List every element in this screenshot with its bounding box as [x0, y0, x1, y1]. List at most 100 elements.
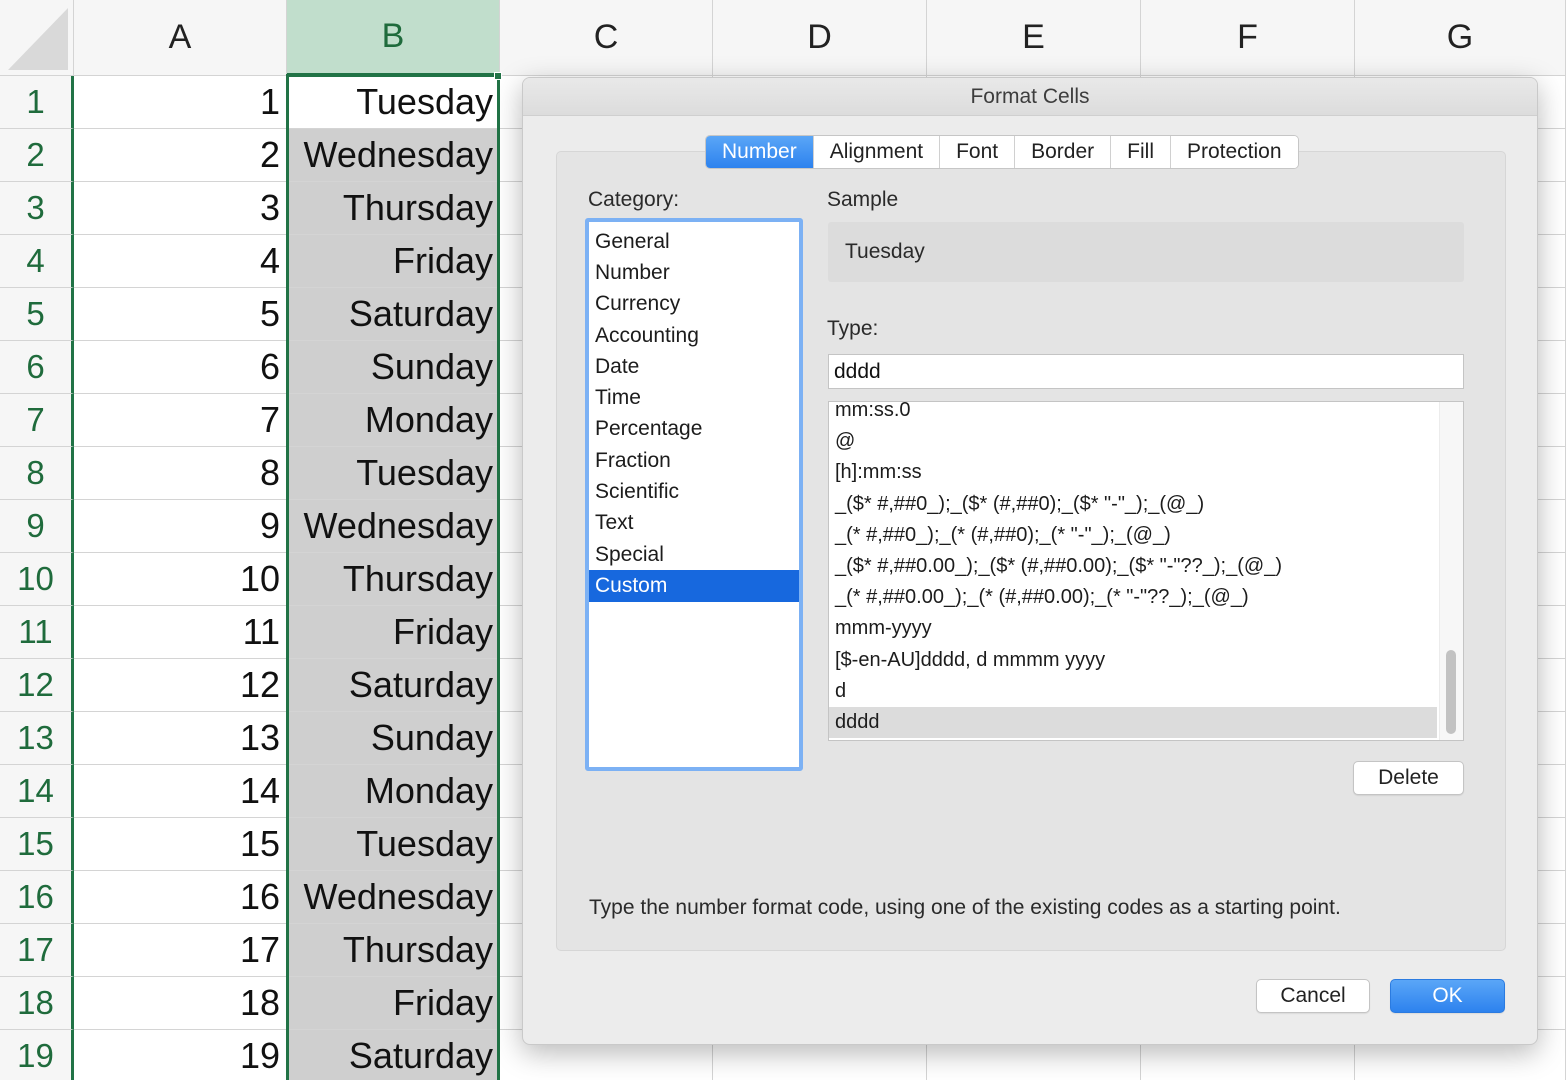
cell-b[interactable]: Thursday	[287, 924, 500, 977]
cell-b[interactable]: Friday	[287, 977, 500, 1030]
format-code-item[interactable]: _($* #,##0.00_);_($* (#,##0.00);_($* "-"…	[829, 551, 1437, 582]
cell-a[interactable]: 11	[74, 606, 287, 659]
column-header-e[interactable]: E	[927, 0, 1141, 76]
category-item[interactable]: Time	[589, 382, 799, 413]
type-input[interactable]	[828, 354, 1464, 389]
row-header[interactable]: 19	[0, 1030, 74, 1080]
cell-a[interactable]: 9	[74, 500, 287, 553]
row-header[interactable]: 7	[0, 394, 74, 447]
cell-a[interactable]: 2	[74, 129, 287, 182]
cell-a[interactable]: 5	[74, 288, 287, 341]
cell-b[interactable]: Saturday	[287, 288, 500, 341]
tab-border[interactable]: Border	[1015, 136, 1112, 168]
cell-a[interactable]: 4	[74, 235, 287, 288]
column-header-b[interactable]: B	[287, 0, 500, 76]
cell-b[interactable]: Friday	[287, 606, 500, 659]
tab-fill[interactable]: Fill	[1111, 136, 1171, 168]
format-code-item[interactable]: _(* #,##0_);_(* (#,##0);_(* "-"_);_(@_)	[829, 520, 1437, 551]
row-header[interactable]: 16	[0, 871, 74, 924]
format-code-item[interactable]: mm:ss.0	[829, 402, 1437, 426]
cell-a[interactable]: 17	[74, 924, 287, 977]
format-code-item[interactable]: [h]:mm:ss	[829, 457, 1437, 488]
scrollbar-thumb[interactable]	[1446, 650, 1456, 734]
row-header[interactable]: 15	[0, 818, 74, 871]
column-header-g[interactable]: G	[1355, 0, 1566, 76]
row-header[interactable]: 18	[0, 977, 74, 1030]
category-item[interactable]: General	[589, 226, 799, 257]
column-header-d[interactable]: D	[713, 0, 927, 76]
cell-a[interactable]: 13	[74, 712, 287, 765]
category-item[interactable]: Fraction	[589, 445, 799, 476]
tab-number[interactable]: Number	[706, 136, 814, 168]
row-header[interactable]: 1	[0, 76, 74, 129]
format-list-scrollbar[interactable]	[1439, 402, 1463, 740]
fill-handle[interactable]	[494, 72, 502, 80]
row-header[interactable]: 4	[0, 235, 74, 288]
cell-b[interactable]: Wednesday	[287, 129, 500, 182]
tab-alignment[interactable]: Alignment	[813, 136, 941, 168]
cell-a[interactable]: 7	[74, 394, 287, 447]
category-item[interactable]: Percentage	[589, 414, 799, 445]
cell-b[interactable]: Tuesday	[287, 447, 500, 500]
row-header[interactable]: 11	[0, 606, 74, 659]
cell-a[interactable]: 3	[74, 182, 287, 235]
cell-b[interactable]: Wednesday	[287, 871, 500, 924]
cell-a[interactable]: 8	[74, 447, 287, 500]
row-header[interactable]: 5	[0, 288, 74, 341]
category-item[interactable]: Number	[589, 257, 799, 288]
column-header-c[interactable]: C	[500, 0, 713, 76]
row-header[interactable]: 12	[0, 659, 74, 712]
cell-b[interactable]: Thursday	[287, 553, 500, 606]
cell-b[interactable]: Monday	[287, 765, 500, 818]
row-header[interactable]: 10	[0, 553, 74, 606]
category-item[interactable]: Date	[589, 351, 799, 382]
cell-b[interactable]: Friday	[287, 235, 500, 288]
cell-b[interactable]: Sunday	[287, 341, 500, 394]
category-item[interactable]: Custom	[589, 570, 799, 602]
cell-a[interactable]: 1	[74, 76, 287, 129]
row-header[interactable]: 13	[0, 712, 74, 765]
category-item[interactable]: Accounting	[589, 320, 799, 351]
format-code-item[interactable]: _(* #,##0.00_);_(* (#,##0.00);_(* "-"??_…	[829, 582, 1437, 613]
tab-protection[interactable]: Protection	[1170, 136, 1298, 168]
cell-b[interactable]: Tuesday	[287, 76, 500, 129]
category-item[interactable]: Scientific	[589, 476, 799, 507]
cell-b[interactable]: Saturday	[287, 1030, 500, 1080]
cell-a[interactable]: 10	[74, 553, 287, 606]
column-header-f[interactable]: F	[1141, 0, 1355, 76]
format-code-item[interactable]: mmm-yyyy	[829, 613, 1437, 644]
format-code-item[interactable]: _($* #,##0_);_($* (#,##0);_($* "-"_);_(@…	[829, 489, 1437, 520]
cell-b[interactable]: Thursday	[287, 182, 500, 235]
tab-font[interactable]: Font	[940, 136, 1016, 168]
cell-a[interactable]: 6	[74, 341, 287, 394]
row-header[interactable]: 8	[0, 447, 74, 500]
format-code-item[interactable]: @	[829, 426, 1437, 457]
cell-a[interactable]: 19	[74, 1030, 287, 1080]
row-header[interactable]: 3	[0, 182, 74, 235]
cell-a[interactable]: 18	[74, 977, 287, 1030]
cell-a[interactable]: 16	[74, 871, 287, 924]
row-header[interactable]: 6	[0, 341, 74, 394]
cell-a[interactable]: 14	[74, 765, 287, 818]
delete-button[interactable]: Delete	[1353, 761, 1464, 795]
cell-b[interactable]: Sunday	[287, 712, 500, 765]
row-header[interactable]: 9	[0, 500, 74, 553]
format-code-list[interactable]: mm:ss.0 @ [h]:mm:ss _($* #,##0_);_($* (#,##…	[828, 401, 1464, 741]
cell-b[interactable]: Wednesday	[287, 500, 500, 553]
cell-b[interactable]: Monday	[287, 394, 500, 447]
column-header-a[interactable]: A	[74, 0, 287, 76]
category-item[interactable]: Text	[589, 508, 799, 539]
ok-button[interactable]: OK	[1390, 979, 1505, 1013]
row-header[interactable]: 17	[0, 924, 74, 977]
row-header[interactable]: 2	[0, 129, 74, 182]
cell-b[interactable]: Tuesday	[287, 818, 500, 871]
cancel-button[interactable]: Cancel	[1256, 979, 1370, 1013]
category-item[interactable]: Special	[589, 539, 799, 570]
category-list[interactable]: General Number Currency Accounting Date Time P…	[585, 218, 803, 771]
category-item[interactable]: Currency	[589, 289, 799, 320]
cell-a[interactable]: 12	[74, 659, 287, 712]
cell-b[interactable]: Saturday	[287, 659, 500, 712]
format-code-item[interactable]: dddd	[829, 706, 1437, 739]
select-all-corner[interactable]	[0, 0, 74, 76]
format-code-item[interactable]: d	[829, 676, 1437, 707]
